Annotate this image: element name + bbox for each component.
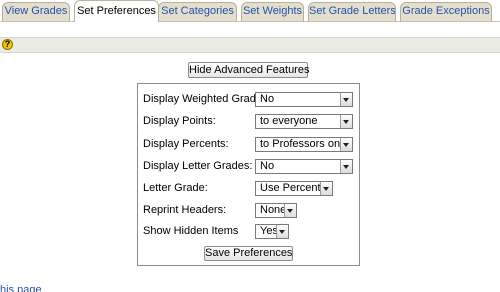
display-percents-value: to Professors only (260, 138, 349, 150)
display-percents-select[interactable]: to Professors only (255, 137, 353, 152)
help-bar: ? (0, 37, 500, 53)
hide-advanced-features-button[interactable]: Hide Advanced Features (188, 62, 309, 78)
tab-set-categories[interactable]: Set Categories (158, 2, 237, 21)
tab-set-preferences[interactable]: Set Preferences (74, 0, 159, 22)
reprint-headers-label: Reprint Headers: (143, 204, 227, 216)
footer-link[interactable]: his page (0, 284, 42, 292)
display-weighted-grades-label: Display Weighted Grades: (143, 93, 271, 105)
display-points-value: to everyone (260, 115, 318, 127)
reprint-headers-select[interactable]: None (255, 203, 297, 218)
tab-grade-exceptions[interactable]: Grade Exceptions (400, 2, 492, 21)
display-percents-label: Display Percents: (143, 138, 229, 150)
show-hidden-items-label: Show Hidden Items (143, 225, 239, 237)
letter-grade-value: Use Percent (260, 182, 321, 194)
chevron-down-icon (340, 115, 352, 128)
display-weighted-grades-select[interactable]: No (255, 92, 353, 107)
chevron-down-icon (340, 138, 352, 151)
show-hidden-items-select[interactable]: Yes (255, 224, 289, 239)
gradebook-preferences-page: View Grades Set Preferences Set Categori… (0, 0, 500, 292)
reprint-headers-value: None (260, 204, 287, 216)
letter-grade-select[interactable]: Use Percent (255, 181, 333, 196)
save-preferences-button[interactable]: Save Preferences (204, 246, 293, 261)
tab-set-grade-letters[interactable]: Set Grade Letters (308, 2, 396, 21)
display-points-label: Display Points: (143, 115, 216, 127)
letter-grade-label: Letter Grade: (143, 182, 208, 194)
help-icon[interactable]: ? (2, 39, 13, 50)
preferences-panel: Display Weighted Grades: No Display Poin… (137, 83, 360, 266)
display-letter-grades-label: Display Letter Grades: (143, 160, 253, 172)
display-points-select[interactable]: to everyone (255, 114, 353, 129)
chevron-down-icon (340, 160, 352, 173)
chevron-down-icon (276, 225, 288, 238)
tab-bar: View Grades Set Preferences Set Categori… (0, 0, 500, 22)
display-weighted-grades-value: No (260, 93, 275, 105)
chevron-down-icon (320, 182, 332, 195)
chevron-down-icon (284, 204, 296, 217)
chevron-down-icon (340, 93, 352, 106)
display-letter-grades-select[interactable]: No (255, 159, 353, 174)
tab-view-grades[interactable]: View Grades (2, 2, 70, 21)
display-letter-grades-value: No (260, 160, 275, 172)
tab-set-weights[interactable]: Set Weights (241, 2, 304, 21)
